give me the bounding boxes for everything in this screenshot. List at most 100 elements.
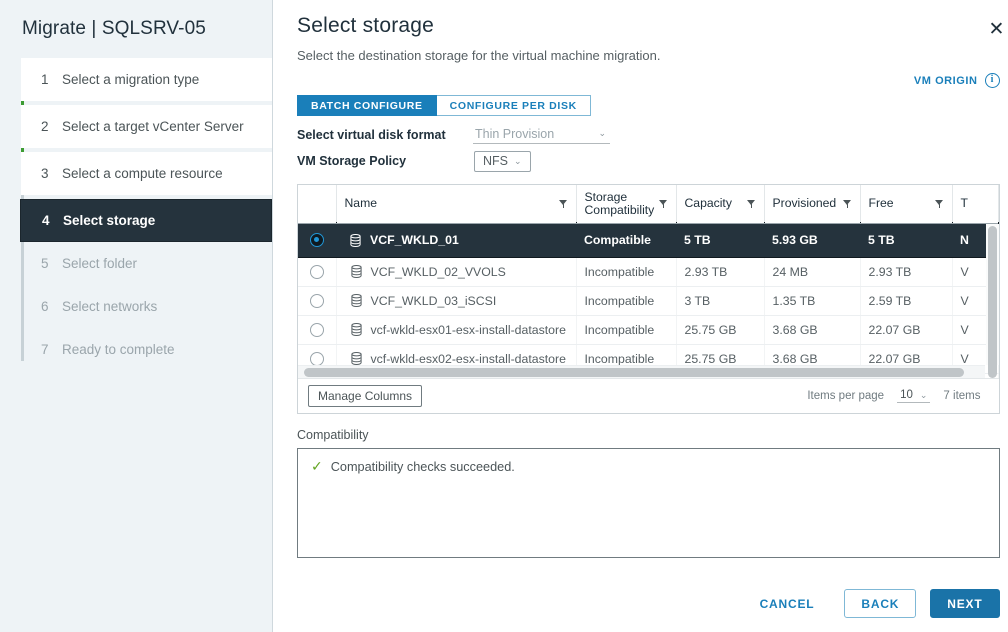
total-items-count: 7 items — [943, 390, 980, 402]
tab-batch-configure[interactable]: BATCH CONFIGURE — [297, 95, 437, 116]
back-button[interactable]: BACK — [844, 589, 916, 618]
wizard-step-label: Select networks — [62, 299, 157, 314]
datastore-name-cell: VCF_WKLD_02_VVOLS — [336, 257, 576, 286]
filter-icon[interactable] — [559, 199, 568, 208]
vm-origin-row: VM ORIGIN i — [297, 73, 1000, 88]
page-subtitle: Select the destination storage for the v… — [297, 48, 1000, 63]
storage-policy-label: VM Storage Policy — [297, 154, 473, 168]
wizard-step-7: 7Ready to complete — [21, 328, 272, 371]
column-header-label: Name — [345, 197, 378, 210]
cell-provisioned: 3.68 GB — [764, 315, 860, 344]
wizard-step-number: 6 — [41, 299, 62, 314]
disk-format-value: Thin Provision — [475, 127, 554, 141]
filter-icon[interactable] — [935, 199, 944, 208]
disk-format-select[interactable]: Thin Provision ⌄ — [473, 127, 610, 144]
datastore-name: VCF_WKLD_01 — [370, 233, 459, 247]
storage-policy-value: NFS — [483, 154, 508, 168]
wizard-footer: CANCEL BACK NEXT — [744, 589, 1000, 618]
column-header-name[interactable]: Name — [336, 185, 576, 223]
column-header-label: Provisioned — [773, 197, 837, 210]
datastore-table: Name Storage Compatibility Capacity Provisi… — [297, 184, 1000, 414]
table-row[interactable]: VCF_WKLD_03_iSCSIIncompatible3 TB1.35 TB… — [298, 286, 998, 315]
cell-capacity: 25.75 GB — [676, 315, 764, 344]
horizontal-scrollbar-thumb[interactable] — [304, 368, 964, 377]
datastore-name: vcf-wkld-esx02-esx-install-datastore — [371, 352, 566, 366]
datastore-radio-button[interactable] — [310, 233, 324, 247]
items-per-page-value: 10 — [900, 389, 913, 401]
vertical-scrollbar-thumb[interactable] — [988, 226, 997, 378]
info-icon[interactable]: i — [985, 73, 1000, 88]
wizard-step-3[interactable]: 3Select a compute resource — [21, 152, 272, 195]
row-select-cell[interactable] — [298, 286, 336, 315]
disk-format-label: Select virtual disk format — [297, 128, 473, 142]
datastore-grid-body: VCF_WKLD_01Compatible5 TB5.93 GB5 TBNVCF… — [298, 223, 998, 380]
filter-icon[interactable] — [747, 199, 756, 208]
migrate-wizard-dialog: Migrate | SQLSRV-05 1Select a migration … — [0, 0, 1008, 632]
datastore-icon — [350, 234, 361, 247]
column-header-label: Free — [869, 197, 894, 210]
cancel-button[interactable]: CANCEL — [744, 589, 831, 618]
datastore-radio-button[interactable] — [310, 323, 324, 337]
filter-icon[interactable] — [659, 199, 668, 208]
wizard-step-label: Ready to complete — [62, 342, 175, 357]
datastore-table-scroll[interactable]: Name Storage Compatibility Capacity Provisi… — [298, 185, 999, 380]
pagination-controls: Items per page 10 ⌄ 7 items — [807, 389, 988, 403]
vertical-scrollbar[interactable] — [986, 224, 999, 365]
column-header-label: Capacity — [685, 197, 732, 210]
storage-policy-select[interactable]: NFS ⌄ — [474, 151, 531, 172]
datastore-name-cell: VCF_WKLD_01 — [336, 223, 576, 257]
cell-storage-compatibility: Incompatible — [576, 286, 676, 315]
items-per-page-select[interactable]: 10 ⌄ — [897, 389, 930, 403]
wizard-step-label: Select a compute resource — [62, 166, 223, 181]
cell-free: 2.93 TB — [860, 257, 952, 286]
compatibility-panel: ✓ Compatibility checks succeeded. — [297, 448, 1000, 558]
column-header-capacity[interactable]: Capacity — [676, 185, 764, 223]
cell-free: 22.07 GB — [860, 315, 952, 344]
table-header-row: Name Storage Compatibility Capacity Provisi… — [298, 185, 998, 223]
cell-free: 2.59 TB — [860, 286, 952, 315]
datastore-radio-button[interactable] — [310, 265, 324, 279]
table-row[interactable]: vcf-wkld-esx01-esx-install-datastoreInco… — [298, 315, 998, 344]
table-row[interactable]: VCF_WKLD_01Compatible5 TB5.93 GB5 TBN — [298, 223, 998, 257]
compatibility-message-row: ✓ Compatibility checks succeeded. — [311, 460, 986, 474]
chevron-down-icon: ⌄ — [920, 390, 928, 401]
row-select-cell[interactable] — [298, 223, 336, 257]
filter-icon[interactable] — [843, 199, 852, 208]
wizard-steps: 1Select a migration type2Select a target… — [0, 58, 272, 371]
cell-storage-compatibility: Incompatible — [576, 257, 676, 286]
cell-provisioned: 1.35 TB — [764, 286, 860, 315]
column-header-free[interactable]: Free — [860, 185, 952, 223]
storage-form: Select virtual disk format Thin Provisio… — [297, 124, 1000, 172]
cell-provisioned: 5.93 GB — [764, 223, 860, 257]
datastore-icon — [351, 323, 362, 336]
manage-columns-button[interactable]: Manage Columns — [308, 385, 422, 407]
page-title: Select storage — [297, 0, 1000, 38]
datastore-name: VCF_WKLD_02_VVOLS — [371, 265, 506, 279]
column-header-storage_compatibility[interactable]: Storage Compatibility — [576, 185, 676, 223]
horizontal-scrollbar[interactable] — [298, 365, 985, 378]
column-header-provisioned[interactable]: Provisioned — [764, 185, 860, 223]
datastore-icon — [351, 265, 362, 278]
datastore-radio-button[interactable] — [310, 294, 324, 308]
datastore-radio-button[interactable] — [310, 352, 324, 366]
vm-origin-link[interactable]: VM ORIGIN — [914, 75, 978, 87]
next-button[interactable]: NEXT — [930, 589, 999, 618]
tab-configure-per-disk[interactable]: CONFIGURE PER DISK — [437, 95, 591, 116]
column-header-radio — [298, 185, 336, 223]
row-select-cell[interactable] — [298, 315, 336, 344]
compatibility-label: Compatibility — [297, 428, 1000, 442]
datastore-grid: Name Storage Compatibility Capacity Provisi… — [298, 185, 999, 380]
close-icon[interactable]: ✕ — [986, 18, 1008, 40]
wizard-step-number: 5 — [41, 256, 62, 271]
column-header-label: Storage Compatibility — [585, 191, 655, 217]
wizard-step-number: 3 — [41, 166, 62, 181]
wizard-sidebar: Migrate | SQLSRV-05 1Select a migration … — [0, 0, 273, 632]
wizard-step-1[interactable]: 1Select a migration type — [21, 58, 272, 101]
wizard-step-2[interactable]: 2Select a target vCenter Server — [21, 105, 272, 148]
wizard-step-4[interactable]: 4Select storage — [20, 199, 272, 242]
row-select-cell[interactable] — [298, 257, 336, 286]
column-header-label: T — [961, 197, 968, 210]
wizard-step-5: 5Select folder — [21, 242, 272, 285]
table-row[interactable]: VCF_WKLD_02_VVOLSIncompatible2.93 TB24 M… — [298, 257, 998, 286]
cell-storage-compatibility: Compatible — [576, 223, 676, 257]
